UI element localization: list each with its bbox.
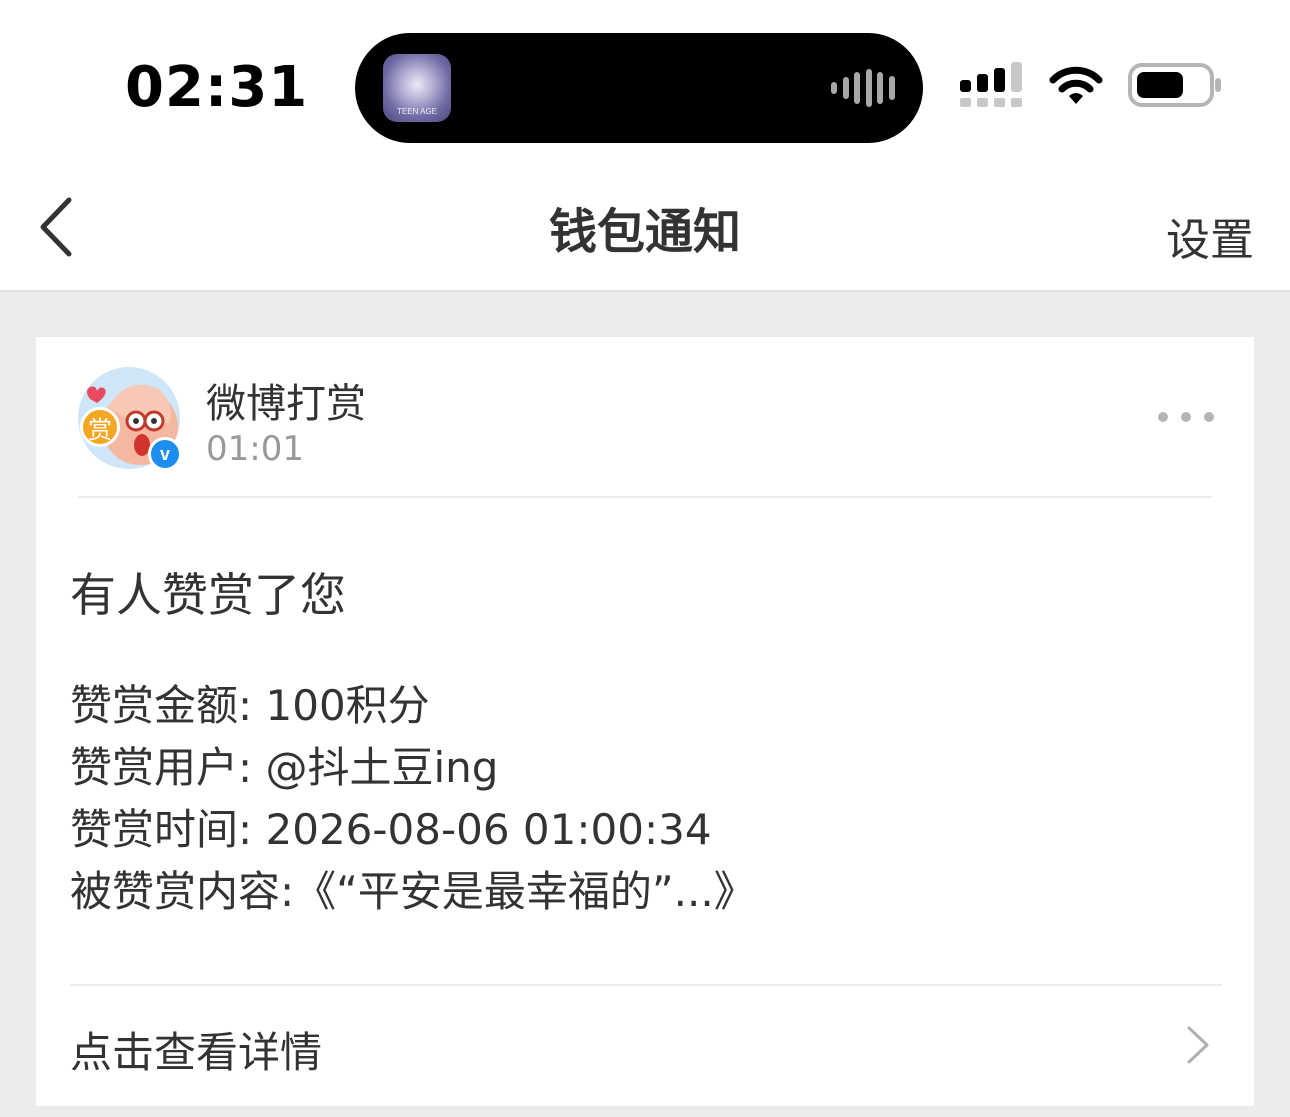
now-playing-album-art[interactable]: TEEN AGE: [383, 54, 451, 122]
audio-waveform-icon: [831, 68, 895, 108]
more-dot-icon: [1181, 412, 1191, 422]
sender-name[interactable]: 微博打赏: [206, 371, 366, 429]
notification-card: 赏 v 微博打赏 01:01 有人赞赏了您 赞赏金额: 100积分 赞赏用户: …: [36, 337, 1254, 1106]
chevron-right-icon: [1187, 1026, 1209, 1064]
view-details-label: 点击查看详情: [70, 1028, 323, 1077]
notification-details: 赞赏金额: 100积分 赞赏用户: @抖土豆ing 赞赏时间: 2026-08-…: [70, 675, 1220, 923]
message-time: 01:01: [206, 429, 304, 469]
dynamic-island[interactable]: TEEN AGE: [355, 33, 923, 143]
notification-title: 有人赞赏了您: [70, 568, 346, 622]
settings-button[interactable]: 设置: [1166, 204, 1254, 268]
status-time: 02:31: [125, 55, 309, 120]
more-dot-icon: [1204, 412, 1214, 422]
detail-content: 被赞赏内容:《“平安是最幸福的”...》: [70, 867, 756, 916]
footer-divider: [70, 984, 1222, 986]
status-bar: 02:31 TEEN AGE: [0, 0, 1290, 170]
more-options-button[interactable]: [1158, 407, 1214, 427]
page-title: 钱包通知: [548, 204, 741, 260]
more-dot-icon: [1158, 412, 1168, 422]
detail-amount: 赞赏金额: 100积分: [70, 681, 430, 730]
view-details-row[interactable]: 点击查看详情: [70, 987, 1222, 1097]
cellular-signal-icon: [960, 62, 1022, 107]
navigation-bar: 钱包通知 设置: [0, 170, 1290, 292]
detail-user: 赞赏用户: @抖土豆ing: [70, 743, 499, 792]
sender-avatar[interactable]: 赏 v: [78, 367, 182, 471]
header-divider: [78, 496, 1212, 498]
verified-badge-icon: v: [148, 437, 182, 471]
battery-icon: [1128, 63, 1221, 107]
wifi-icon: [1049, 66, 1103, 104]
reward-badge: 赏: [80, 407, 120, 447]
album-art-text: TEEN AGE: [396, 107, 437, 116]
detail-time: 赞赏时间: 2026-08-06 01:00:34: [70, 805, 712, 854]
